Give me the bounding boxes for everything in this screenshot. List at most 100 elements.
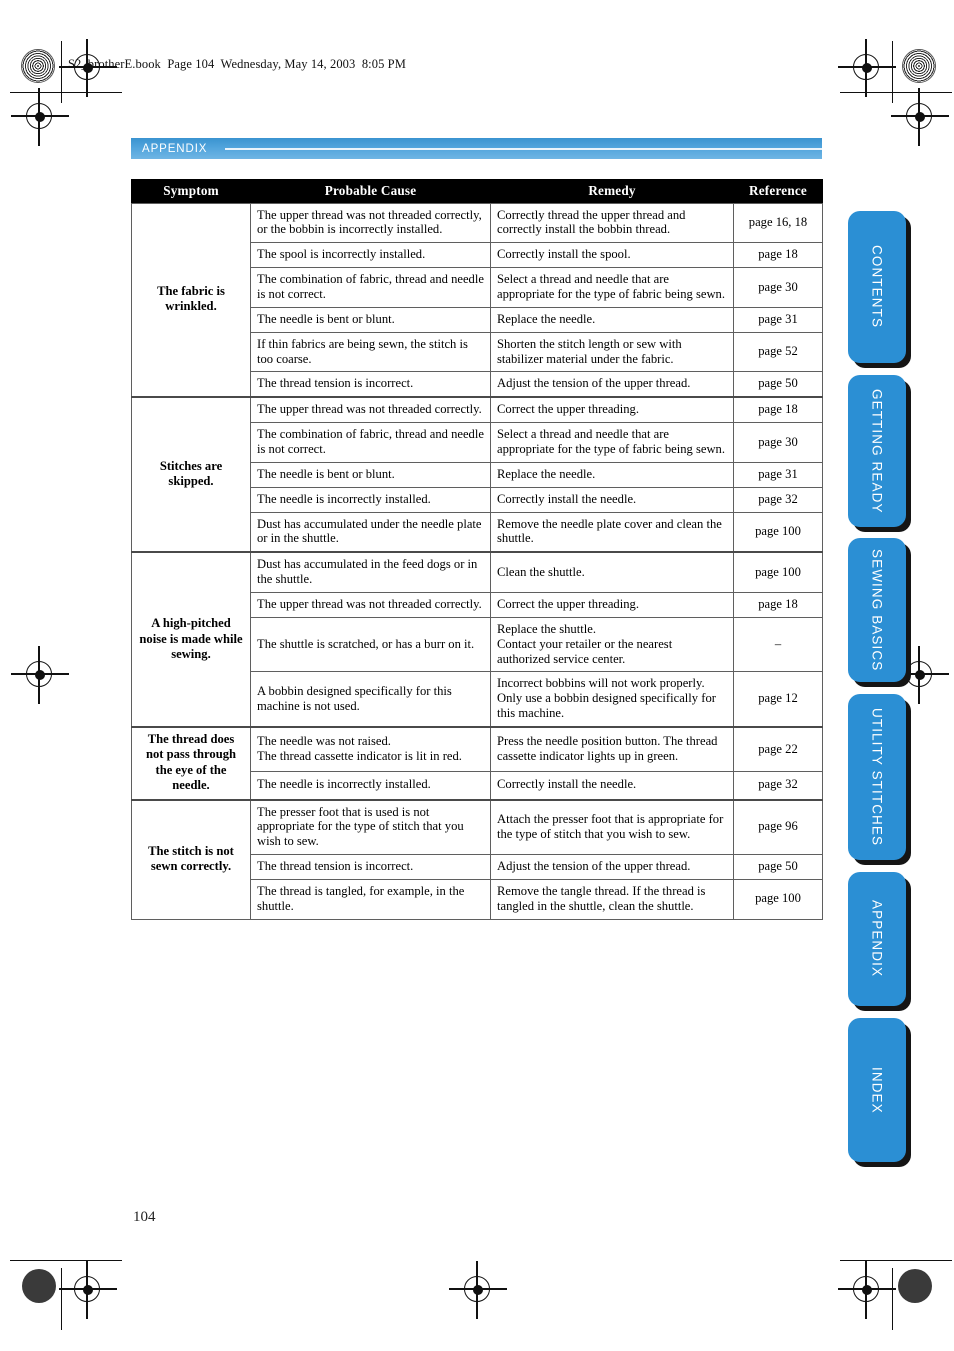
reference-cell: page 100	[733, 511, 823, 553]
registration-dot	[35, 670, 45, 680]
crop-mark-line	[840, 92, 952, 94]
reference-cell: page 30	[733, 267, 823, 308]
troubleshooting-table: Symptom Probable Cause Remedy Reference …	[131, 179, 823, 920]
symptom-cell: Stitches are skipped.	[131, 396, 251, 553]
probable-cause-cell: The combination of fabric, thread and ne…	[250, 267, 491, 308]
reference-cell: page 31	[733, 306, 823, 333]
probable-cause-cell: The presser foot that is used is not app…	[250, 798, 491, 856]
crop-mark-line	[892, 1268, 894, 1330]
table-body: The fabric is wrinkled. The upper thread …	[131, 202, 823, 920]
remedy-cell: Correct the upper threading.	[490, 396, 734, 424]
side-tab-label: UTILITY STITCHES	[869, 707, 885, 847]
side-tab-utility-stitches[interactable]: UTILITY STITCHES	[848, 694, 906, 860]
probable-cause-cell: The spool is incorrectly installed.	[250, 242, 491, 269]
remedy-cell: Remove the tangle thread. If the thread …	[490, 878, 734, 920]
column-header-reference: Reference	[733, 179, 823, 204]
remedy-cell: Select a thread and needle that are appr…	[490, 267, 734, 308]
side-tab-index[interactable]: INDEX	[848, 1018, 906, 1162]
section-header-rule	[225, 147, 822, 150]
side-tab-contents[interactable]: CONTENTS	[848, 211, 906, 363]
side-tab-sewing-basics[interactable]: SEWING BASICS	[848, 538, 906, 682]
crop-mark-line	[10, 1260, 122, 1262]
registration-crosshair-bottom-right	[838, 1261, 896, 1319]
registration-dot	[915, 112, 925, 122]
reference-cell: page 100	[733, 878, 823, 920]
registration-solid-circle-bottom-left	[22, 1269, 56, 1303]
remedy-cell: Replace the shuttle. Contact your retaile…	[490, 616, 734, 673]
remedy-cell: Incorrect bobbins will not work properly…	[490, 671, 734, 728]
probable-cause-cell: The upper thread was not threaded correc…	[250, 396, 491, 424]
table-row: Stitches are skipped. The upper thread wa…	[131, 396, 823, 553]
probable-cause-cell: The shuttle is scratched, or has a burr …	[250, 616, 491, 673]
reference-cell: page 18	[733, 396, 823, 424]
symptom-cell: The thread does not pass through the eye…	[131, 726, 251, 801]
reference-cell: page 100	[733, 551, 823, 594]
reference-cell: page 50	[733, 371, 823, 398]
registration-crosshair-bottom-center	[449, 1261, 507, 1319]
table-row: A high-pitched noise is made while sewin…	[131, 551, 823, 728]
probable-cause-cell: If thin fabrics are being sewn, the stit…	[250, 331, 491, 373]
crop-mark-line	[892, 41, 894, 103]
remedy-cell: Press the needle position button. The th…	[490, 726, 734, 772]
probable-cause-cell: The needle was not raised. The thread cas…	[250, 726, 491, 772]
registration-dot	[915, 670, 925, 680]
probable-cause-cell: The needle is bent or blunt.	[250, 306, 491, 333]
table-header-row: Symptom Probable Cause Remedy Reference	[131, 179, 823, 204]
remedy-cell: Attach the presser foot that is appropri…	[490, 798, 734, 856]
probable-cause-cell: The needle is incorrectly installed.	[250, 770, 491, 801]
table-row: The fabric is wrinkled. The upper thread …	[131, 202, 823, 398]
remedy-cell: Shorten the stitch length or sew with st…	[490, 331, 734, 373]
section-header-label: APPENDIX	[142, 142, 208, 155]
side-tab-appendix[interactable]: APPENDIX	[848, 872, 906, 1006]
crop-mark-line	[61, 1268, 63, 1330]
probable-cause-cell: A bobbin designed specifically for this …	[250, 671, 491, 728]
side-tab-getting-ready[interactable]: GETTING READY	[848, 375, 906, 527]
probable-cause-cell: Dust has accumulated in the feed dogs or…	[250, 551, 491, 594]
symptom-cell: The stitch is not sewn correctly.	[131, 798, 251, 920]
column-header-remedy: Remedy	[490, 179, 734, 204]
probable-cause-cell: Dust has accumulated under the needle pl…	[250, 511, 491, 553]
reference-cell: –	[733, 616, 823, 673]
registration-crosshair-top-right	[838, 39, 896, 97]
table-row: The thread does not pass through the eye…	[131, 726, 823, 801]
side-tab-label: APPENDIX	[869, 900, 885, 978]
remedy-cell: Correctly install the spool.	[490, 242, 734, 269]
registration-crosshair-bottom-left	[59, 1261, 117, 1319]
column-header-symptom: Symptom	[131, 179, 251, 204]
remedy-cell: Clean the shuttle.	[490, 551, 734, 594]
reference-cell: page 31	[733, 461, 823, 488]
side-tab-label: SEWING BASICS	[869, 548, 885, 672]
registration-crosshair-right-middle	[891, 646, 949, 704]
reference-cell: page 22	[733, 726, 823, 772]
table-row: The stitch is not sewn correctly. The pre…	[131, 798, 823, 920]
column-header-cause: Probable Cause	[250, 179, 491, 204]
remedy-cell: Correctly thread the upper thread and co…	[490, 202, 734, 244]
probable-cause-cell: The needle is bent or blunt.	[250, 461, 491, 488]
remedy-cell: Correctly install the needle.	[490, 770, 734, 801]
reference-cell: page 32	[733, 486, 823, 513]
reference-cell: page 18	[733, 592, 823, 618]
crop-mark-line	[61, 41, 63, 103]
probable-cause-cell: The thread is tangled, for example, in t…	[250, 878, 491, 920]
remedy-cell: Replace the needle.	[490, 306, 734, 333]
reference-cell: page 50	[733, 854, 823, 880]
symptom-cell: The fabric is wrinkled.	[131, 202, 251, 398]
registration-crosshair-left-upper	[11, 88, 69, 146]
registration-halftone-circle-top-left	[21, 49, 55, 83]
remedy-cell: Remove the needle plate cover and clean …	[490, 511, 734, 553]
reference-cell: page 52	[733, 331, 823, 373]
remedy-cell: Select a thread and needle that are appr…	[490, 422, 734, 463]
probable-cause-cell: The upper thread was not threaded correc…	[250, 592, 491, 618]
registration-solid-circle-bottom-right	[898, 1269, 932, 1303]
registration-dot	[35, 112, 45, 122]
registration-halftone-circle-top-right	[902, 49, 936, 83]
remedy-cell: Correctly install the needle.	[490, 486, 734, 513]
reference-cell: page 32	[733, 770, 823, 801]
section-header-bar: APPENDIX	[131, 138, 822, 159]
probable-cause-cell: The thread tension is incorrect.	[250, 371, 491, 398]
registration-dot	[473, 1285, 483, 1295]
registration-dot	[862, 1285, 872, 1295]
print-file-header: S2_brotherE.book Page 104 Wednesday, May…	[68, 57, 406, 71]
crop-mark-line	[10, 92, 122, 94]
side-tab-label: GETTING READY	[869, 388, 885, 514]
